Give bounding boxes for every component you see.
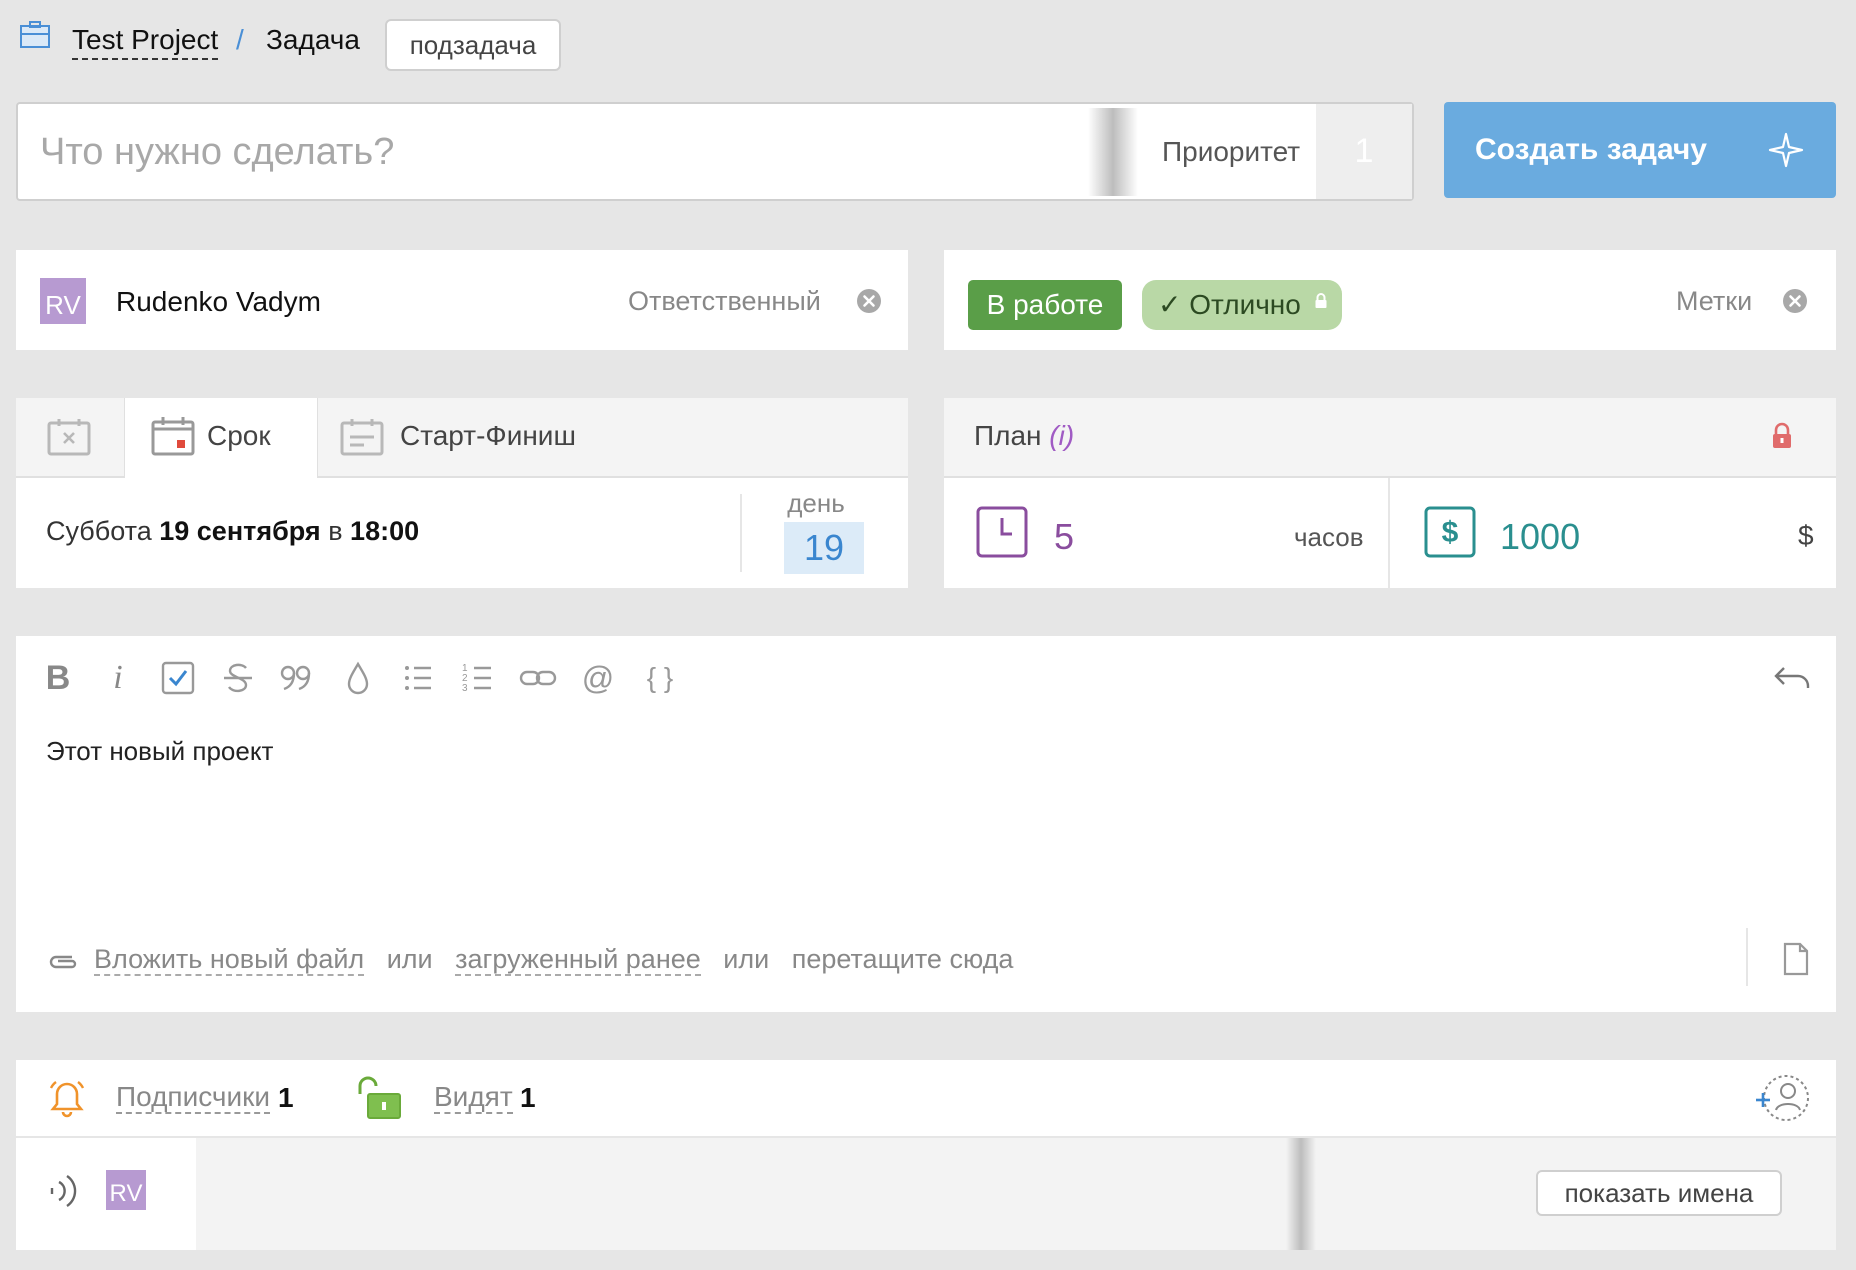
create-task-label: Создать задачу: [1475, 133, 1707, 166]
attach-or-1: или: [386, 944, 433, 974]
broadcast-icon[interactable]: [46, 1170, 82, 1210]
priority-label: Приоритет: [1162, 136, 1301, 167]
date-divider: [740, 494, 742, 572]
fade-divider: [1286, 1138, 1316, 1250]
sparkle-icon: [1768, 132, 1804, 168]
strikethrough-icon[interactable]: [218, 658, 258, 698]
deadline-weekday: Суббота: [46, 516, 152, 546]
clear-tags-icon[interactable]: [1782, 288, 1808, 314]
tab-deadline-label: Срок: [207, 420, 271, 451]
show-names-button[interactable]: показать имена: [1536, 1170, 1782, 1216]
attach-new-file-link[interactable]: Вложить новый файл: [94, 944, 365, 976]
breadcrumb-current: Задача: [266, 24, 360, 55]
checkbox-icon[interactable]: [158, 658, 198, 698]
fade-divider: [1088, 108, 1138, 196]
tab-deadline[interactable]: Срок: [124, 398, 318, 478]
bell-icon: [49, 1081, 85, 1118]
subscribers-count: 1: [278, 1082, 294, 1113]
attach-divider: [1746, 928, 1748, 986]
responsible-name: Rudenko Vadym: [116, 286, 321, 317]
description-text[interactable]: Этот новый проект: [46, 736, 273, 767]
responsible-label: Ответственный: [628, 286, 821, 316]
breadcrumb-separator: /: [236, 24, 244, 55]
deadline-time: 18:00: [350, 516, 420, 546]
mention-icon[interactable]: @: [578, 658, 618, 698]
calendar-x-icon: [47, 419, 91, 456]
numbered-list-icon[interactable]: 1 2 3: [458, 658, 498, 698]
subscribers-link[interactable]: Подписчики: [116, 1082, 271, 1114]
plan-card: План (i) 5 часов $ 1000 $: [944, 398, 1836, 588]
avatar[interactable]: RV: [106, 1170, 146, 1210]
quote-icon[interactable]: [276, 658, 316, 698]
italic-icon[interactable]: i: [98, 658, 138, 698]
bullet-list-icon[interactable]: [398, 658, 438, 698]
task-input-box: Приоритет 1: [16, 102, 1414, 201]
tab-no-date[interactable]: [16, 398, 124, 476]
plan-hours-value[interactable]: 5: [1054, 516, 1074, 558]
breadcrumb-project-link[interactable]: Test Project: [72, 24, 219, 60]
dollar-icon: $: [1424, 506, 1476, 558]
tag-excellent[interactable]: ✓ Отлично: [1142, 280, 1342, 330]
tags-card[interactable]: В работе ✓ Отлично Метки: [944, 250, 1836, 350]
deadline-date: 19 сентября: [159, 516, 321, 546]
code-braces-icon[interactable]: { }: [636, 658, 684, 698]
subtask-button[interactable]: подзадача: [385, 19, 561, 71]
plan-title-text: План: [974, 420, 1042, 451]
plan-header: План (i): [944, 398, 1836, 478]
responsible-card[interactable]: RV Rudenko Vadym Ответственный: [16, 250, 908, 350]
priority-input[interactable]: 1: [1316, 104, 1412, 199]
day-number[interactable]: 19: [784, 522, 864, 574]
dates-card: Срок Старт-Финиш Суббота 19 сентября в 1…: [16, 398, 908, 588]
unlock-icon: [358, 1076, 401, 1119]
tab-start-finish[interactable]: Старт-Финиш: [316, 398, 596, 476]
tab-start-finish-label: Старт-Финиш: [400, 420, 576, 451]
plan-info-marker[interactable]: (i): [1049, 420, 1074, 451]
svg-text:3: 3: [462, 683, 468, 694]
visible-to-link[interactable]: Видят: [434, 1082, 513, 1114]
plan-money-value[interactable]: 1000: [1500, 516, 1580, 558]
avatar: RV: [40, 278, 86, 324]
color-drop-icon[interactable]: [338, 658, 378, 698]
tag-excellent-label: ✓ Отлично: [1158, 289, 1301, 320]
add-user-icon[interactable]: [1752, 1072, 1812, 1126]
deadline-at: в: [328, 516, 343, 546]
project-briefcase-icon: [20, 21, 50, 48]
visible-to-count: 1: [520, 1082, 536, 1113]
calendar-range-icon: [340, 419, 384, 456]
attach-existing-link[interactable]: загруженный ранее: [455, 944, 701, 976]
plan-title: План (i): [974, 420, 1074, 452]
tag-in-progress[interactable]: В работе: [968, 280, 1122, 330]
attach-line: Вложить новый файл или загруженный ранее…: [94, 944, 1014, 976]
subscribers-card: Подписчики 1 Видят 1 RV: [16, 1060, 1836, 1250]
file-icon[interactable]: [1782, 942, 1810, 976]
plan-hours-unit: часов: [1294, 522, 1364, 552]
clock-icon: [976, 506, 1028, 558]
attach-drag-hint: перетащите сюда: [791, 944, 1014, 974]
deadline-datetime[interactable]: Суббота 19 сентября в 18:00: [46, 516, 419, 547]
clear-responsible-icon[interactable]: [856, 288, 882, 314]
tags-label: Метки: [1676, 286, 1753, 316]
day-label: день: [787, 488, 845, 518]
lock-icon: [1315, 293, 1327, 308]
paperclip-icon: [49, 955, 77, 969]
plan-money-unit: $: [1798, 520, 1814, 551]
svg-text:$: $: [1442, 516, 1459, 549]
subscribers-header: Подписчики 1 Видят 1: [16, 1060, 1836, 1138]
description-editor: B i 1 2 3 @ { } Этот новый проект Вложит…: [16, 636, 1836, 1012]
plan-divider: [1388, 478, 1390, 588]
date-mode-tabs: Срок Старт-Финиш: [16, 398, 908, 478]
task-title-input[interactable]: [38, 118, 1082, 186]
calendar-deadline-icon: [151, 417, 195, 456]
undo-icon[interactable]: [1772, 658, 1812, 698]
lock-icon[interactable]: [1770, 422, 1794, 450]
link-icon[interactable]: [518, 658, 558, 698]
bold-icon[interactable]: B: [38, 658, 78, 698]
attach-or-2: или: [723, 944, 770, 974]
create-task-button[interactable]: Создать задачу: [1444, 102, 1836, 198]
